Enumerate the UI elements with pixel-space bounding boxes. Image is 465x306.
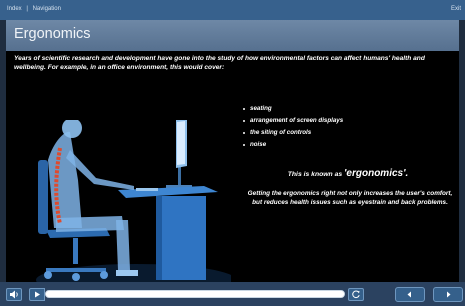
nav-separator: | [26, 6, 28, 12]
list-item: arrangement of screen displays [243, 117, 343, 129]
play-icon [35, 291, 40, 298]
list-item: the siting of controls [243, 129, 343, 141]
speaker-icon [10, 290, 18, 299]
bullet-dot-icon [243, 132, 245, 134]
next-page-button[interactable] [433, 287, 463, 302]
chevron-left-icon [407, 291, 411, 298]
known-as-term: 'ergonomics'. [344, 168, 409, 179]
list-item: noise [243, 141, 343, 153]
list-item: seating [243, 105, 343, 117]
known-as-statement: This is known as 'ergonomics'. [244, 168, 452, 179]
index-link[interactable]: Index [7, 6, 22, 12]
progress-bar[interactable] [45, 290, 345, 298]
known-as-prefix: This is known as [287, 171, 343, 178]
bullet-dot-icon [243, 120, 245, 122]
audio-button[interactable] [6, 288, 22, 301]
ergonomics-topics-list: seating arrangement of screen displays t… [243, 105, 343, 153]
page-title: Ergonomics [14, 26, 91, 42]
progress-fill [46, 291, 344, 297]
benefits-text: Getting the ergonomics right not only in… [247, 190, 453, 206]
replay-icon [352, 290, 360, 299]
title-bar: Ergonomics [6, 20, 459, 51]
bullet-dot-icon [243, 108, 245, 110]
play-button[interactable] [29, 288, 45, 301]
replay-button[interactable] [348, 288, 364, 301]
lesson-content: Ergonomics Years of scientific research … [6, 20, 459, 296]
chevron-right-icon [447, 291, 451, 298]
bullet-dot-icon [243, 144, 245, 146]
intro-text: Years of scientific research and develop… [14, 55, 425, 71]
navigation-link[interactable]: Navigation [33, 6, 61, 12]
exit-link[interactable]: Exit [451, 6, 461, 12]
breadcrumb: Index | Navigation [7, 6, 61, 12]
previous-page-button[interactable] [395, 287, 425, 302]
playback-controls [0, 282, 465, 306]
ergonomic-workstation-illustration [36, 120, 231, 296]
top-navigation-bar: Index | Navigation Exit [0, 0, 465, 20]
